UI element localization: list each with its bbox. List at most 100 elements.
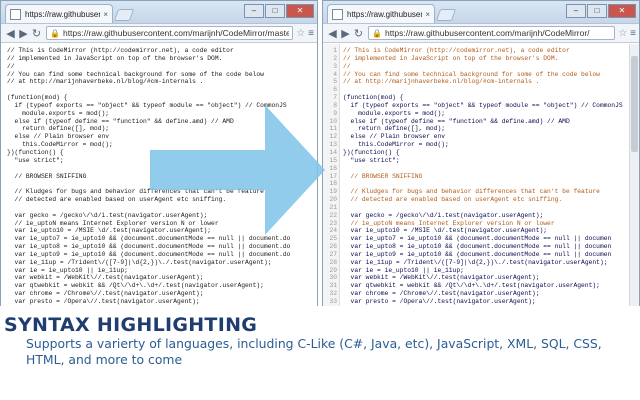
line-number: 28 bbox=[329, 258, 337, 266]
code-line: // at http://marijnhaverbeke.nl/blog/#cm… bbox=[343, 78, 540, 86]
code-line: // BROWSER SNIFFING bbox=[7, 172, 87, 180]
address-bar[interactable]: 🔒 https://raw.githubusercontent.com/mari… bbox=[368, 26, 616, 40]
maximize-button[interactable]: □ bbox=[265, 4, 285, 18]
code-line: var ie_upto9 = ie_upto10 && (document.do… bbox=[343, 250, 612, 258]
forward-button[interactable]: ▶ bbox=[17, 27, 30, 40]
maximize-button[interactable]: □ bbox=[587, 4, 607, 18]
code-line: var qtwebkit = webkit && /Qt\/\d+\.\d+/.… bbox=[343, 282, 600, 290]
code-line: })(function() { bbox=[7, 148, 64, 156]
code-line: // detected are enabled based on userAge… bbox=[7, 196, 227, 204]
code-line: // implemented in JavaScript on top of t… bbox=[7, 54, 223, 62]
reload-button[interactable]: ↻ bbox=[352, 27, 365, 40]
code-line: else if (typeof define == "function" && … bbox=[7, 117, 234, 125]
new-tab-button[interactable] bbox=[435, 9, 457, 21]
code-line: // Kludges for bugs and behavior differe… bbox=[343, 188, 600, 196]
page-favicon-icon bbox=[10, 8, 21, 20]
browser-tab[interactable]: https://raw.githubuserco × bbox=[5, 4, 113, 23]
code-line: var chrome = /Chrome\//.test(navigator.u… bbox=[343, 290, 540, 298]
code-line: (function(mod) { bbox=[7, 94, 68, 102]
back-button[interactable]: ◀ bbox=[4, 27, 17, 40]
line-number: 8 bbox=[333, 101, 337, 109]
line-number: 23 bbox=[329, 219, 337, 227]
scrollbar-thumb[interactable] bbox=[631, 56, 638, 152]
code-line: var ie_upto8 = ie_upto10 && (document.do… bbox=[343, 243, 612, 251]
line-number: 12 bbox=[329, 133, 337, 141]
browser-tab[interactable]: https://raw.githubuserco × bbox=[327, 4, 435, 23]
code-line: // bbox=[7, 62, 15, 70]
tab-strip: https://raw.githubuserco × – □ ✕ bbox=[1, 1, 317, 24]
code-line: var presto = /Opera\//.test(navigator.us… bbox=[343, 298, 536, 305]
back-button[interactable]: ◀ bbox=[326, 27, 339, 40]
code-line: var ie_upto7 = ie_upto10 && (document.do… bbox=[7, 235, 291, 243]
code-line: "use strict"; bbox=[343, 156, 400, 164]
code-line: var gecko = /gecko\/\d/i.test(navigator.… bbox=[7, 211, 208, 219]
line-number: 2 bbox=[333, 54, 337, 62]
wrench-menu-icon[interactable]: ≡ bbox=[630, 28, 636, 39]
line-number: 16 bbox=[329, 164, 337, 172]
code-line: // ie_uptoN means Internet Explorer vers… bbox=[7, 219, 219, 227]
line-number: 31 bbox=[329, 282, 337, 290]
bookmark-star-icon[interactable]: ☆ bbox=[618, 28, 627, 39]
code-line: else if (typeof define == "function" && … bbox=[343, 117, 570, 125]
line-number: 21 bbox=[329, 203, 337, 211]
highlighted-code-lines: // This is CodeMirror (http://codemirror… bbox=[343, 47, 639, 321]
line-number: 7 bbox=[333, 94, 337, 102]
code-line: var qtwebkit = webkit && /Qt\/\d+\.\d+/.… bbox=[7, 282, 264, 290]
minimize-button[interactable]: – bbox=[566, 4, 586, 18]
line-number: 3 bbox=[333, 62, 337, 70]
code-line: var ie = ie_upto10 || ie_11up; bbox=[7, 266, 128, 274]
close-window-button[interactable]: ✕ bbox=[286, 4, 314, 18]
line-number: 11 bbox=[329, 125, 337, 133]
code-line: // Kludges for bugs and behavior differe… bbox=[7, 188, 264, 196]
code-line: // ie_uptoN means Internet Explorer vers… bbox=[343, 219, 555, 227]
code-line: var gecko = /gecko\/\d/i.test(navigator.… bbox=[343, 211, 544, 219]
line-number: 30 bbox=[329, 274, 337, 282]
line-number: 19 bbox=[329, 188, 337, 196]
line-number: 32 bbox=[329, 290, 337, 298]
code-line: var ie_upto9 = ie_upto10 && (document.do… bbox=[7, 250, 291, 258]
vertical-scrollbar[interactable] bbox=[629, 44, 639, 321]
forward-button[interactable]: ▶ bbox=[339, 27, 352, 40]
code-line: module.exports = mod(); bbox=[343, 109, 446, 117]
reload-button[interactable]: ↻ bbox=[30, 27, 43, 40]
minimize-button[interactable]: – bbox=[244, 4, 264, 18]
highlighted-source-view: 1 2 3 4 5 6 7 8 9 10 11 12 13 14 15 16 17 18 19 20 21 22 23 24 2… bbox=[323, 44, 639, 321]
close-window-button[interactable]: ✕ bbox=[608, 4, 636, 18]
tab-close-icon[interactable]: × bbox=[425, 10, 430, 19]
toolbar: ◀ ▶ ↻ 🔒 https://raw.githubusercontent.co… bbox=[323, 24, 639, 43]
new-tab-button[interactable] bbox=[113, 9, 135, 21]
address-url: https://raw.githubusercontent.com/marijn… bbox=[384, 28, 590, 38]
line-number: 10 bbox=[329, 117, 337, 125]
lock-icon: 🔒 bbox=[372, 28, 382, 38]
line-number: 4 bbox=[333, 70, 337, 78]
code-line: // This is CodeMirror (http://codemirror… bbox=[7, 47, 234, 54]
line-number: 25 bbox=[329, 235, 337, 243]
line-number: 17 bbox=[329, 172, 337, 180]
code-line: })(function() { bbox=[343, 148, 400, 156]
feature-caption: SYNTAX HIGHLIGHTING Supports a varierty … bbox=[0, 306, 640, 400]
bookmark-star-icon[interactable]: ☆ bbox=[296, 28, 305, 39]
code-line: module.exports = mod(); bbox=[7, 109, 110, 117]
window-controls: – □ ✕ bbox=[565, 4, 636, 18]
code-line: // bbox=[343, 62, 351, 70]
code-line: var presto = /Opera\//.test(navigator.us… bbox=[7, 298, 200, 305]
address-bar[interactable]: 🔒 https://raw.githubusercontent.com/mari… bbox=[46, 26, 294, 40]
browser-window-plain: https://raw.githubuserco × – □ ✕ ◀ ▶ ↻ 🔒… bbox=[0, 0, 318, 322]
tab-close-icon[interactable]: × bbox=[103, 10, 108, 19]
line-number: 26 bbox=[329, 243, 337, 251]
code-line: // at http://marijnhaverbeke.nl/blog/#cm… bbox=[7, 78, 204, 86]
code-line: this.CodeMirror = mod(); bbox=[343, 141, 449, 149]
window-controls: – □ ✕ bbox=[243, 4, 314, 18]
code-line: // implemented in JavaScript on top of t… bbox=[343, 54, 559, 62]
code-line: var ie_upto10 = /MSIE \d/.test(navigator… bbox=[343, 227, 548, 235]
wrench-menu-icon[interactable]: ≡ bbox=[308, 28, 314, 39]
code-line: "use strict"; bbox=[7, 156, 64, 164]
line-number: 33 bbox=[329, 298, 337, 305]
